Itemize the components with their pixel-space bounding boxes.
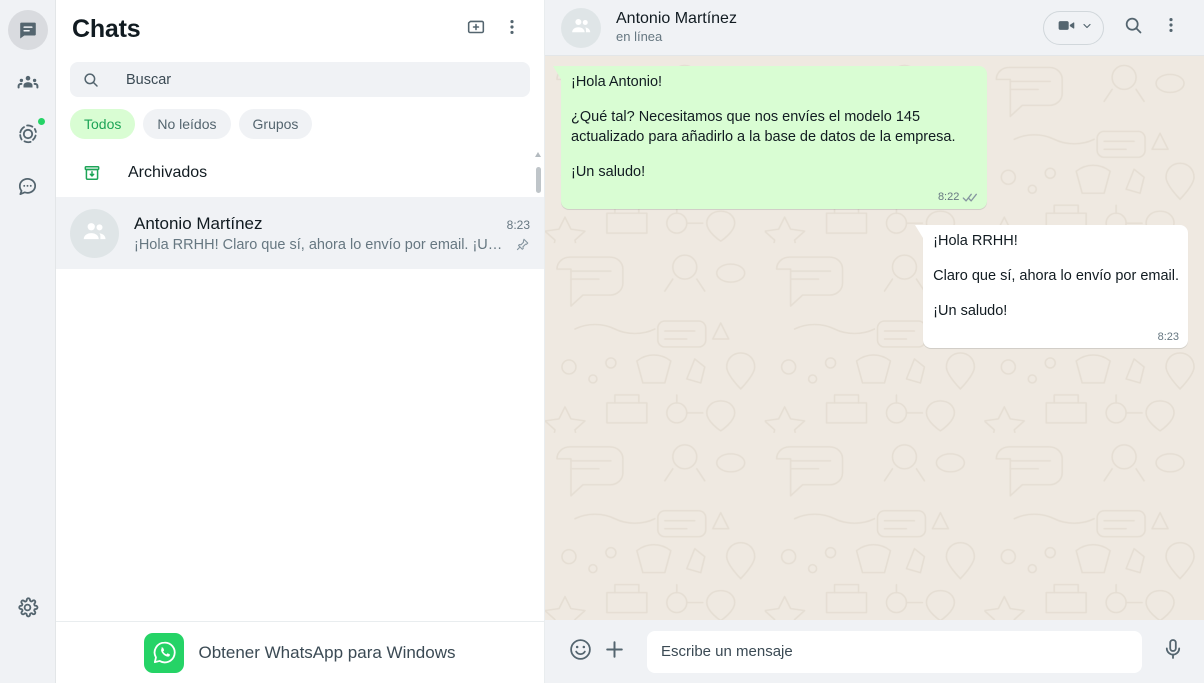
double-check-icon bbox=[962, 192, 978, 203]
scrollbar-thumb[interactable] bbox=[536, 167, 541, 193]
bubble-tail bbox=[553, 66, 561, 79]
list-item-name: Antonio Martínez bbox=[134, 213, 263, 233]
nav-item-status[interactable] bbox=[8, 114, 48, 154]
chat-list-panel: Chats Buscar Todos No leídos Grupos Arch… bbox=[56, 0, 545, 683]
filter-grupos[interactable]: Grupos bbox=[238, 109, 313, 139]
message-time: 8:22 bbox=[937, 191, 960, 204]
archived-label: Archivados bbox=[128, 164, 208, 181]
message-meta: 8:23 bbox=[1158, 330, 1179, 345]
scrollbar-up-arrow[interactable] bbox=[535, 152, 541, 157]
chat-list-header: Chats bbox=[56, 0, 544, 58]
message-bubble[interactable]: ¡Hola Antonio! ¿Qué tal? Necesitamos que… bbox=[553, 66, 988, 209]
message-line: ¡Un saludo! bbox=[933, 303, 1008, 320]
contact-status: en línea bbox=[616, 29, 663, 45]
gear-icon bbox=[16, 596, 39, 619]
new-chat-icon bbox=[465, 16, 487, 43]
overflow-menu-icon bbox=[502, 17, 522, 42]
voice-message-button[interactable] bbox=[1156, 635, 1190, 669]
message-input-box[interactable] bbox=[647, 630, 1142, 673]
pin-icon bbox=[515, 237, 530, 252]
emoji-button[interactable] bbox=[563, 635, 597, 669]
new-chat-button[interactable] bbox=[458, 11, 494, 47]
message-line: ¡Hola RRHH! bbox=[933, 232, 1018, 249]
communities-icon bbox=[16, 70, 40, 94]
get-whatsapp-label: Obtener WhatsApp para Windows bbox=[198, 642, 456, 662]
message-row-incoming: ¡Hola Antonio! ¿Qué tal? Necesitamos que… bbox=[553, 66, 1188, 209]
search-box[interactable] bbox=[70, 62, 530, 97]
status-badge-dot bbox=[36, 117, 46, 126]
emoji-icon bbox=[568, 637, 593, 667]
message-input[interactable] bbox=[661, 643, 1128, 660]
nav-item-channels[interactable] bbox=[8, 166, 48, 206]
list-item-time: 8:23 bbox=[506, 217, 530, 232]
bubble-tail bbox=[915, 224, 924, 238]
list-item-top: Antonio Martínez 8:23 bbox=[134, 214, 530, 234]
channels-icon bbox=[16, 175, 39, 198]
message-line: ¿Qué tal? Necesitamos que nos envíes el … bbox=[571, 109, 956, 145]
whatsapp-web-window: Chats Buscar Todos No leídos Grupos Arch… bbox=[0, 0, 1204, 683]
archive-icon bbox=[82, 163, 102, 183]
chat-list-menu-button[interactable] bbox=[494, 11, 530, 47]
avatar bbox=[70, 208, 119, 258]
overflow-menu-icon bbox=[1161, 15, 1181, 40]
conversation-search-button[interactable] bbox=[1114, 9, 1152, 47]
conversation-panel: Antonio Martínez en línea ¡Hola Antonio!… bbox=[545, 0, 1204, 683]
search-icon bbox=[1123, 15, 1144, 41]
attach-button[interactable] bbox=[597, 635, 631, 669]
conversation-menu-button[interactable] bbox=[1152, 9, 1190, 47]
avatar[interactable] bbox=[561, 7, 601, 48]
nav-item-communities[interactable] bbox=[8, 62, 48, 102]
list-item[interactable]: Antonio Martínez 8:23 ¡Hola RRHH! Claro … bbox=[56, 197, 544, 269]
nav-item-settings[interactable] bbox=[8, 587, 48, 627]
conversation-meta[interactable]: Antonio Martínez en línea bbox=[616, 9, 1043, 46]
message-line: ¡Hola Antonio! bbox=[571, 74, 663, 90]
status-ring-icon bbox=[16, 122, 40, 146]
filter-todos[interactable]: Todos bbox=[70, 109, 136, 139]
list-item-body: Antonio Martínez 8:23 ¡Hola RRHH! Claro … bbox=[134, 214, 530, 253]
page-title: Chats bbox=[72, 14, 141, 43]
nav-rail bbox=[0, 0, 56, 683]
nav-item-chats[interactable] bbox=[7, 10, 48, 50]
plus-icon bbox=[602, 637, 627, 667]
message-meta: 8:22 bbox=[938, 190, 978, 205]
video-call-icon bbox=[1056, 15, 1077, 41]
chats-icon bbox=[17, 19, 39, 41]
message-time: 8:23 bbox=[1157, 330, 1179, 343]
message-line: Claro que sí, ahora lo envío por email. bbox=[933, 268, 1179, 285]
message-area[interactable]: ¡Hola Antonio! ¿Qué tal? Necesitamos que… bbox=[545, 56, 1204, 620]
message-line: ¡Un saludo! bbox=[571, 163, 646, 180]
microphone-icon bbox=[1161, 637, 1185, 666]
get-whatsapp-footer[interactable]: Obtener WhatsApp para Windows bbox=[56, 621, 544, 683]
video-call-button[interactable] bbox=[1043, 10, 1104, 45]
filter-no-leidos[interactable]: No leídos bbox=[143, 109, 231, 139]
contact-name: Antonio Martínez bbox=[616, 10, 737, 28]
whatsapp-logo-icon bbox=[144, 632, 185, 673]
chat-list-scrollbar[interactable] bbox=[535, 152, 541, 212]
conversation-header: Antonio Martínez en línea bbox=[545, 0, 1204, 56]
list-item-bottom: ¡Hola RRHH! Claro que sí, ahora lo envío… bbox=[134, 237, 530, 253]
message-row-outgoing: ¡Hola RRHH! Claro que sí, ahora lo envío… bbox=[561, 224, 1188, 349]
message-composer bbox=[545, 620, 1204, 683]
search-input[interactable] bbox=[126, 71, 518, 88]
group-avatar-icon bbox=[80, 216, 110, 251]
search-section bbox=[56, 58, 544, 105]
archived-row[interactable]: Archivados bbox=[56, 149, 544, 197]
search-icon bbox=[82, 71, 100, 89]
message-bubble[interactable]: ¡Hola RRHH! Claro que sí, ahora lo envío… bbox=[915, 224, 1188, 349]
chevron-down-icon bbox=[1081, 19, 1093, 37]
group-avatar-icon bbox=[569, 13, 594, 43]
chat-filters: Todos No leídos Grupos bbox=[56, 105, 544, 149]
list-item-preview: ¡Hola RRHH! Claro que sí, ahora lo envío… bbox=[134, 236, 509, 253]
chat-items: Antonio Martínez 8:23 ¡Hola RRHH! Claro … bbox=[56, 197, 544, 621]
